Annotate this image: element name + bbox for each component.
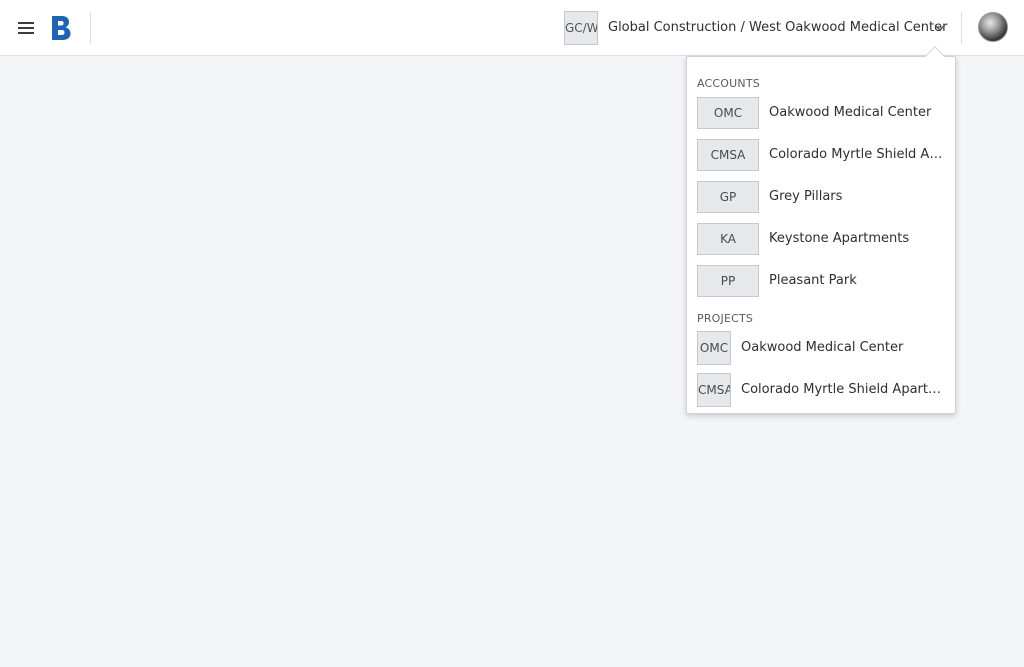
account-item-omc[interactable]: OMC Oakwood Medical Center <box>697 97 947 129</box>
account-badge: PP <box>697 265 759 297</box>
user-avatar-icon[interactable] <box>978 12 1008 42</box>
header-divider-right <box>961 12 962 44</box>
account-badge: OMC <box>697 97 759 129</box>
project-item-omc[interactable]: OMC Oakwood Medical Center <box>697 331 947 365</box>
account-item-ka[interactable]: KA Keystone Apartments <box>697 223 947 255</box>
project-name: Oakwood Medical Center <box>741 340 904 355</box>
account-item-cmsa[interactable]: CMSA Colorado Myrtle Shield Apartments <box>697 139 947 171</box>
hamburger-menu-icon[interactable] <box>18 20 36 36</box>
accounts-heading: ACCOUNTS <box>697 77 760 90</box>
account-name: Pleasant Park <box>769 273 857 288</box>
project-badge: OMC <box>697 331 731 365</box>
project-name: Colorado Myrtle Shield Apartments <box>741 382 945 397</box>
account-badge: KA <box>697 223 759 255</box>
top-navigation-bar: GC/W Global Construction / West Oakwood … <box>0 0 1024 56</box>
account-badge: GP <box>697 181 759 213</box>
b-logo-icon[interactable] <box>50 14 72 42</box>
account-item-pp[interactable]: PP Pleasant Park <box>697 265 947 297</box>
context-label: Global Construction / West Oakwood Medic… <box>608 20 948 35</box>
context-switcher-button[interactable]: GC/W Global Construction / West Oakwood … <box>560 10 952 46</box>
projects-heading: PROJECTS <box>697 312 754 325</box>
chevron-down-icon <box>934 24 946 31</box>
b-logo-icon-svg <box>52 16 71 40</box>
account-name: Oakwood Medical Center <box>769 105 932 120</box>
header-divider <box>90 12 91 44</box>
account-badge: CMSA <box>697 139 759 171</box>
account-item-gp[interactable]: GP Grey Pillars <box>697 181 947 213</box>
context-badge: GC/W <box>564 11 598 45</box>
account-name: Keystone Apartments <box>769 231 910 246</box>
account-name: Grey Pillars <box>769 189 843 204</box>
project-item-cmsa[interactable]: CMSA Colorado Myrtle Shield Apartments <box>697 373 947 407</box>
project-badge: CMSA <box>697 373 731 407</box>
context-dropdown-menu: ACCOUNTS OMC Oakwood Medical Center CMSA… <box>686 56 956 414</box>
account-name: Colorado Myrtle Shield Apartments <box>769 147 945 162</box>
